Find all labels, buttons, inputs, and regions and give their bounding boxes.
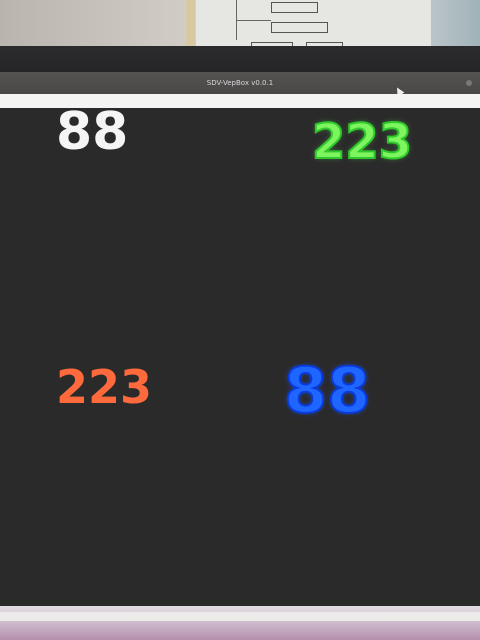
bottom-status-strip [0, 612, 480, 621]
tape-strip [186, 0, 195, 50]
window-close-icon[interactable] [466, 80, 472, 86]
display-canvas [0, 108, 480, 608]
window-titlebar[interactable]: SDV-VepBox v0.0.1 [0, 72, 480, 97]
value-top-left: 88 [56, 102, 129, 162]
value-top-right: 223 [311, 114, 413, 170]
window-title: SDV-VepBox v0.0.1 [206, 79, 274, 87]
value-bottom-right: 88 [283, 354, 371, 427]
value-bottom-left: 223 [56, 360, 153, 414]
